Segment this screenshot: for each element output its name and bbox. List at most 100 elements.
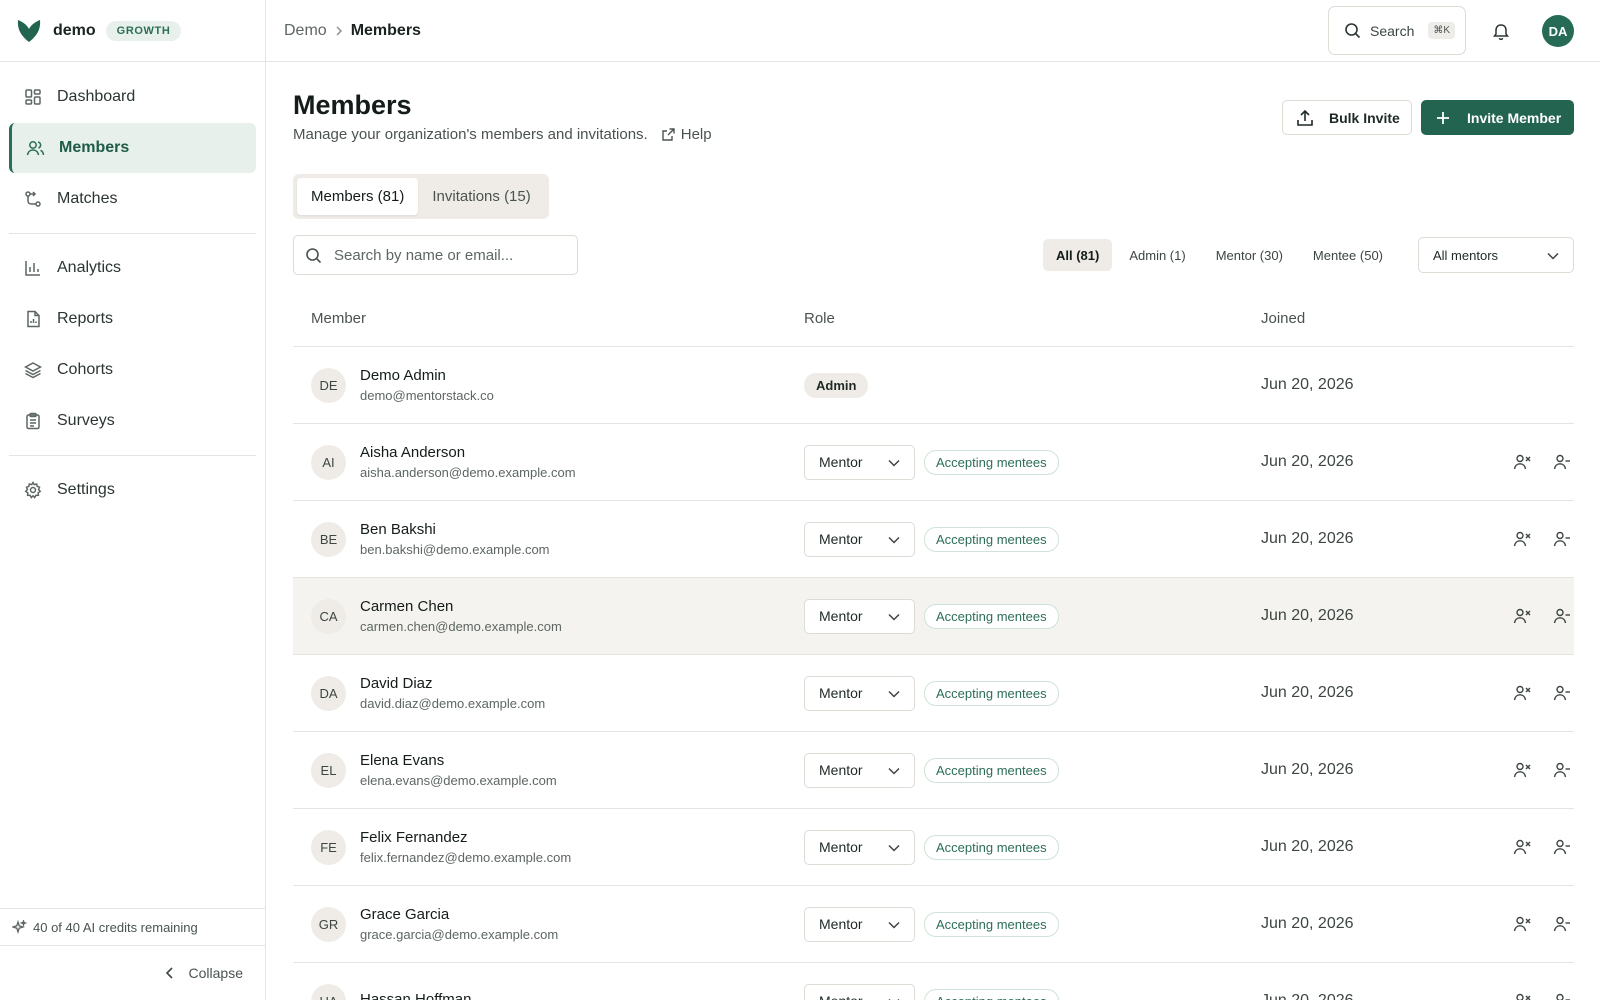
member-cell: BE Ben Bakshi ben.bakshi@demo.example.co… <box>293 521 804 557</box>
role-select[interactable]: Mentor <box>804 829 915 865</box>
gear-icon <box>23 480 43 500</box>
role-select[interactable]: Mentor <box>804 598 915 634</box>
user-minus-icon[interactable] <box>1550 681 1574 705</box>
user-minus-icon[interactable] <box>1550 912 1574 936</box>
role-select-value: Mentor <box>819 608 863 624</box>
chevron-down-icon <box>888 608 900 624</box>
sidebar-item-matches[interactable]: Matches <box>9 174 256 224</box>
bulk-invite-button[interactable]: Bulk Invite <box>1282 100 1412 135</box>
member-email: ben.bakshi@demo.example.com <box>360 542 550 557</box>
remove-user-icon[interactable] <box>1510 681 1534 705</box>
user-minus-icon[interactable] <box>1550 989 1574 1000</box>
role-select[interactable]: Mentor <box>804 444 915 480</box>
table-row[interactable]: GR Grace Garcia grace.garcia@demo.exampl… <box>293 886 1574 963</box>
column-header-member[interactable]: Member <box>293 310 804 327</box>
table-row[interactable]: DE Demo Admin demo@mentorstack.co Admin … <box>293 347 1574 424</box>
member-email: grace.garcia@demo.example.com <box>360 927 559 942</box>
role-cell: Mentor Accepting mentees <box>804 906 1261 942</box>
avatar: BE <box>311 521 346 557</box>
user-minus-icon[interactable] <box>1550 450 1574 474</box>
sidebar-item-label: Surveys <box>57 412 115 429</box>
breadcrumb-root-link[interactable]: Demo <box>284 22 327 40</box>
role-cell: Admin <box>804 372 1261 398</box>
plan-badge: GROWTH <box>105 20 182 41</box>
joined-date: Jun 20, 2026 <box>1261 915 1354 932</box>
remove-user-icon[interactable] <box>1510 989 1534 1000</box>
role-select[interactable]: Mentor <box>804 752 915 788</box>
ai-credits-text: 40 of 40 AI credits remaining <box>33 919 198 935</box>
filter-mentee[interactable]: Mentee (50) <box>1300 239 1396 271</box>
sidebar-item-reports[interactable]: Reports <box>9 294 256 344</box>
bell-icon[interactable] <box>1489 19 1513 43</box>
filter-mentor[interactable]: Mentor (30) <box>1203 239 1296 271</box>
role-select[interactable]: Mentor <box>804 521 915 557</box>
accepting-mentees-badge: Accepting mentees <box>924 449 1059 475</box>
sidebar-item-cohorts[interactable]: Cohorts <box>9 345 256 395</box>
column-header-role[interactable]: Role <box>804 310 1261 327</box>
role-select-value: Mentor <box>819 454 863 470</box>
mentor-filter-select[interactable]: All mentors <box>1418 237 1574 273</box>
chevron-down-icon <box>888 993 900 1000</box>
filter-admin[interactable]: Admin (1) <box>1116 239 1198 271</box>
role-cell: Mentor Accepting mentees <box>804 752 1261 788</box>
table-row[interactable]: FE Felix Fernandez felix.fernandez@demo.… <box>293 809 1574 886</box>
remove-user-icon[interactable] <box>1510 604 1534 628</box>
column-header-joined[interactable]: Joined <box>1261 310 1461 327</box>
table-row[interactable]: EL Elena Evans elena.evans@demo.example.… <box>293 732 1574 809</box>
invite-member-button[interactable]: Invite Member <box>1421 100 1574 135</box>
accepting-mentees-badge: Accepting mentees <box>924 834 1059 860</box>
role-cell: Mentor Accepting mentees <box>804 829 1261 865</box>
table-row[interactable]: HA Hassan Hoffman Mentor Accepting mente… <box>293 963 1574 1000</box>
role-select[interactable]: Mentor <box>804 983 915 1000</box>
remove-user-icon[interactable] <box>1510 912 1534 936</box>
row-actions <box>1461 835 1574 859</box>
avatar: AI <box>311 444 346 480</box>
user-minus-icon[interactable] <box>1550 604 1574 628</box>
user-avatar[interactable]: DA <box>1542 15 1574 47</box>
global-search-button[interactable]: Search ⌘K <box>1328 6 1466 55</box>
member-search-input[interactable] <box>334 246 564 264</box>
role-select-value: Mentor <box>819 762 863 778</box>
top-bar: Demo Members Search ⌘K DA <box>266 0 1600 62</box>
accepting-mentees-badge: Accepting mentees <box>924 680 1059 706</box>
sidebar-item-analytics[interactable]: Analytics <box>9 243 256 293</box>
remove-user-icon[interactable] <box>1510 527 1534 551</box>
table-row[interactable]: BE Ben Bakshi ben.bakshi@demo.example.co… <box>293 501 1574 578</box>
tab-invitations[interactable]: Invitations (15) <box>418 178 544 215</box>
help-link[interactable]: Help <box>661 126 712 143</box>
role-select[interactable]: Mentor <box>804 906 915 942</box>
tab-members[interactable]: Members (81) <box>297 178 419 215</box>
sidebar-item-surveys[interactable]: Surveys <box>9 396 256 446</box>
avatar: DA <box>311 675 346 711</box>
user-minus-icon[interactable] <box>1550 527 1574 551</box>
sidebar-item-dashboard[interactable]: Dashboard <box>9 72 256 122</box>
remove-user-icon[interactable] <box>1510 835 1534 859</box>
role-select[interactable]: Mentor <box>804 675 915 711</box>
leaf-logo-icon[interactable] <box>15 17 43 45</box>
sidebar-item-settings[interactable]: Settings <box>9 465 256 515</box>
remove-user-icon[interactable] <box>1510 758 1534 782</box>
table-row[interactable]: CA Carmen Chen carmen.chen@demo.example.… <box>293 578 1574 655</box>
layers-icon <box>23 360 43 380</box>
user-minus-icon[interactable] <box>1550 835 1574 859</box>
mentor-filter-value: All mentors <box>1433 247 1499 263</box>
member-cell: CA Carmen Chen carmen.chen@demo.example.… <box>293 598 804 634</box>
table-row[interactable]: DA David Diaz david.diaz@demo.example.co… <box>293 655 1574 732</box>
filter-all[interactable]: All (81) <box>1043 239 1113 271</box>
member-name: Grace Garcia <box>360 906 450 923</box>
collapse-sidebar-button[interactable]: Collapse <box>0 946 265 1000</box>
member-name: Ben Bakshi <box>360 521 436 538</box>
user-minus-icon[interactable] <box>1550 758 1574 782</box>
remove-user-icon[interactable] <box>1510 450 1534 474</box>
page-subtitle-text: Manage your organization's members and i… <box>293 126 648 143</box>
table-header: Member Role Joined <box>293 291 1574 347</box>
member-email: felix.fernandez@demo.example.com <box>360 850 572 865</box>
sidebar-item-members[interactable]: Members <box>9 123 256 173</box>
sidebar-item-label: Reports <box>57 310 114 327</box>
search-icon <box>305 247 322 264</box>
joined-date: Jun 20, 2026 <box>1261 684 1354 701</box>
table-row[interactable]: AI Aisha Anderson aisha.anderson@demo.ex… <box>293 424 1574 501</box>
row-actions <box>1461 450 1574 474</box>
search-shortcut: ⌘K <box>1428 22 1456 39</box>
users-icon <box>25 138 45 158</box>
